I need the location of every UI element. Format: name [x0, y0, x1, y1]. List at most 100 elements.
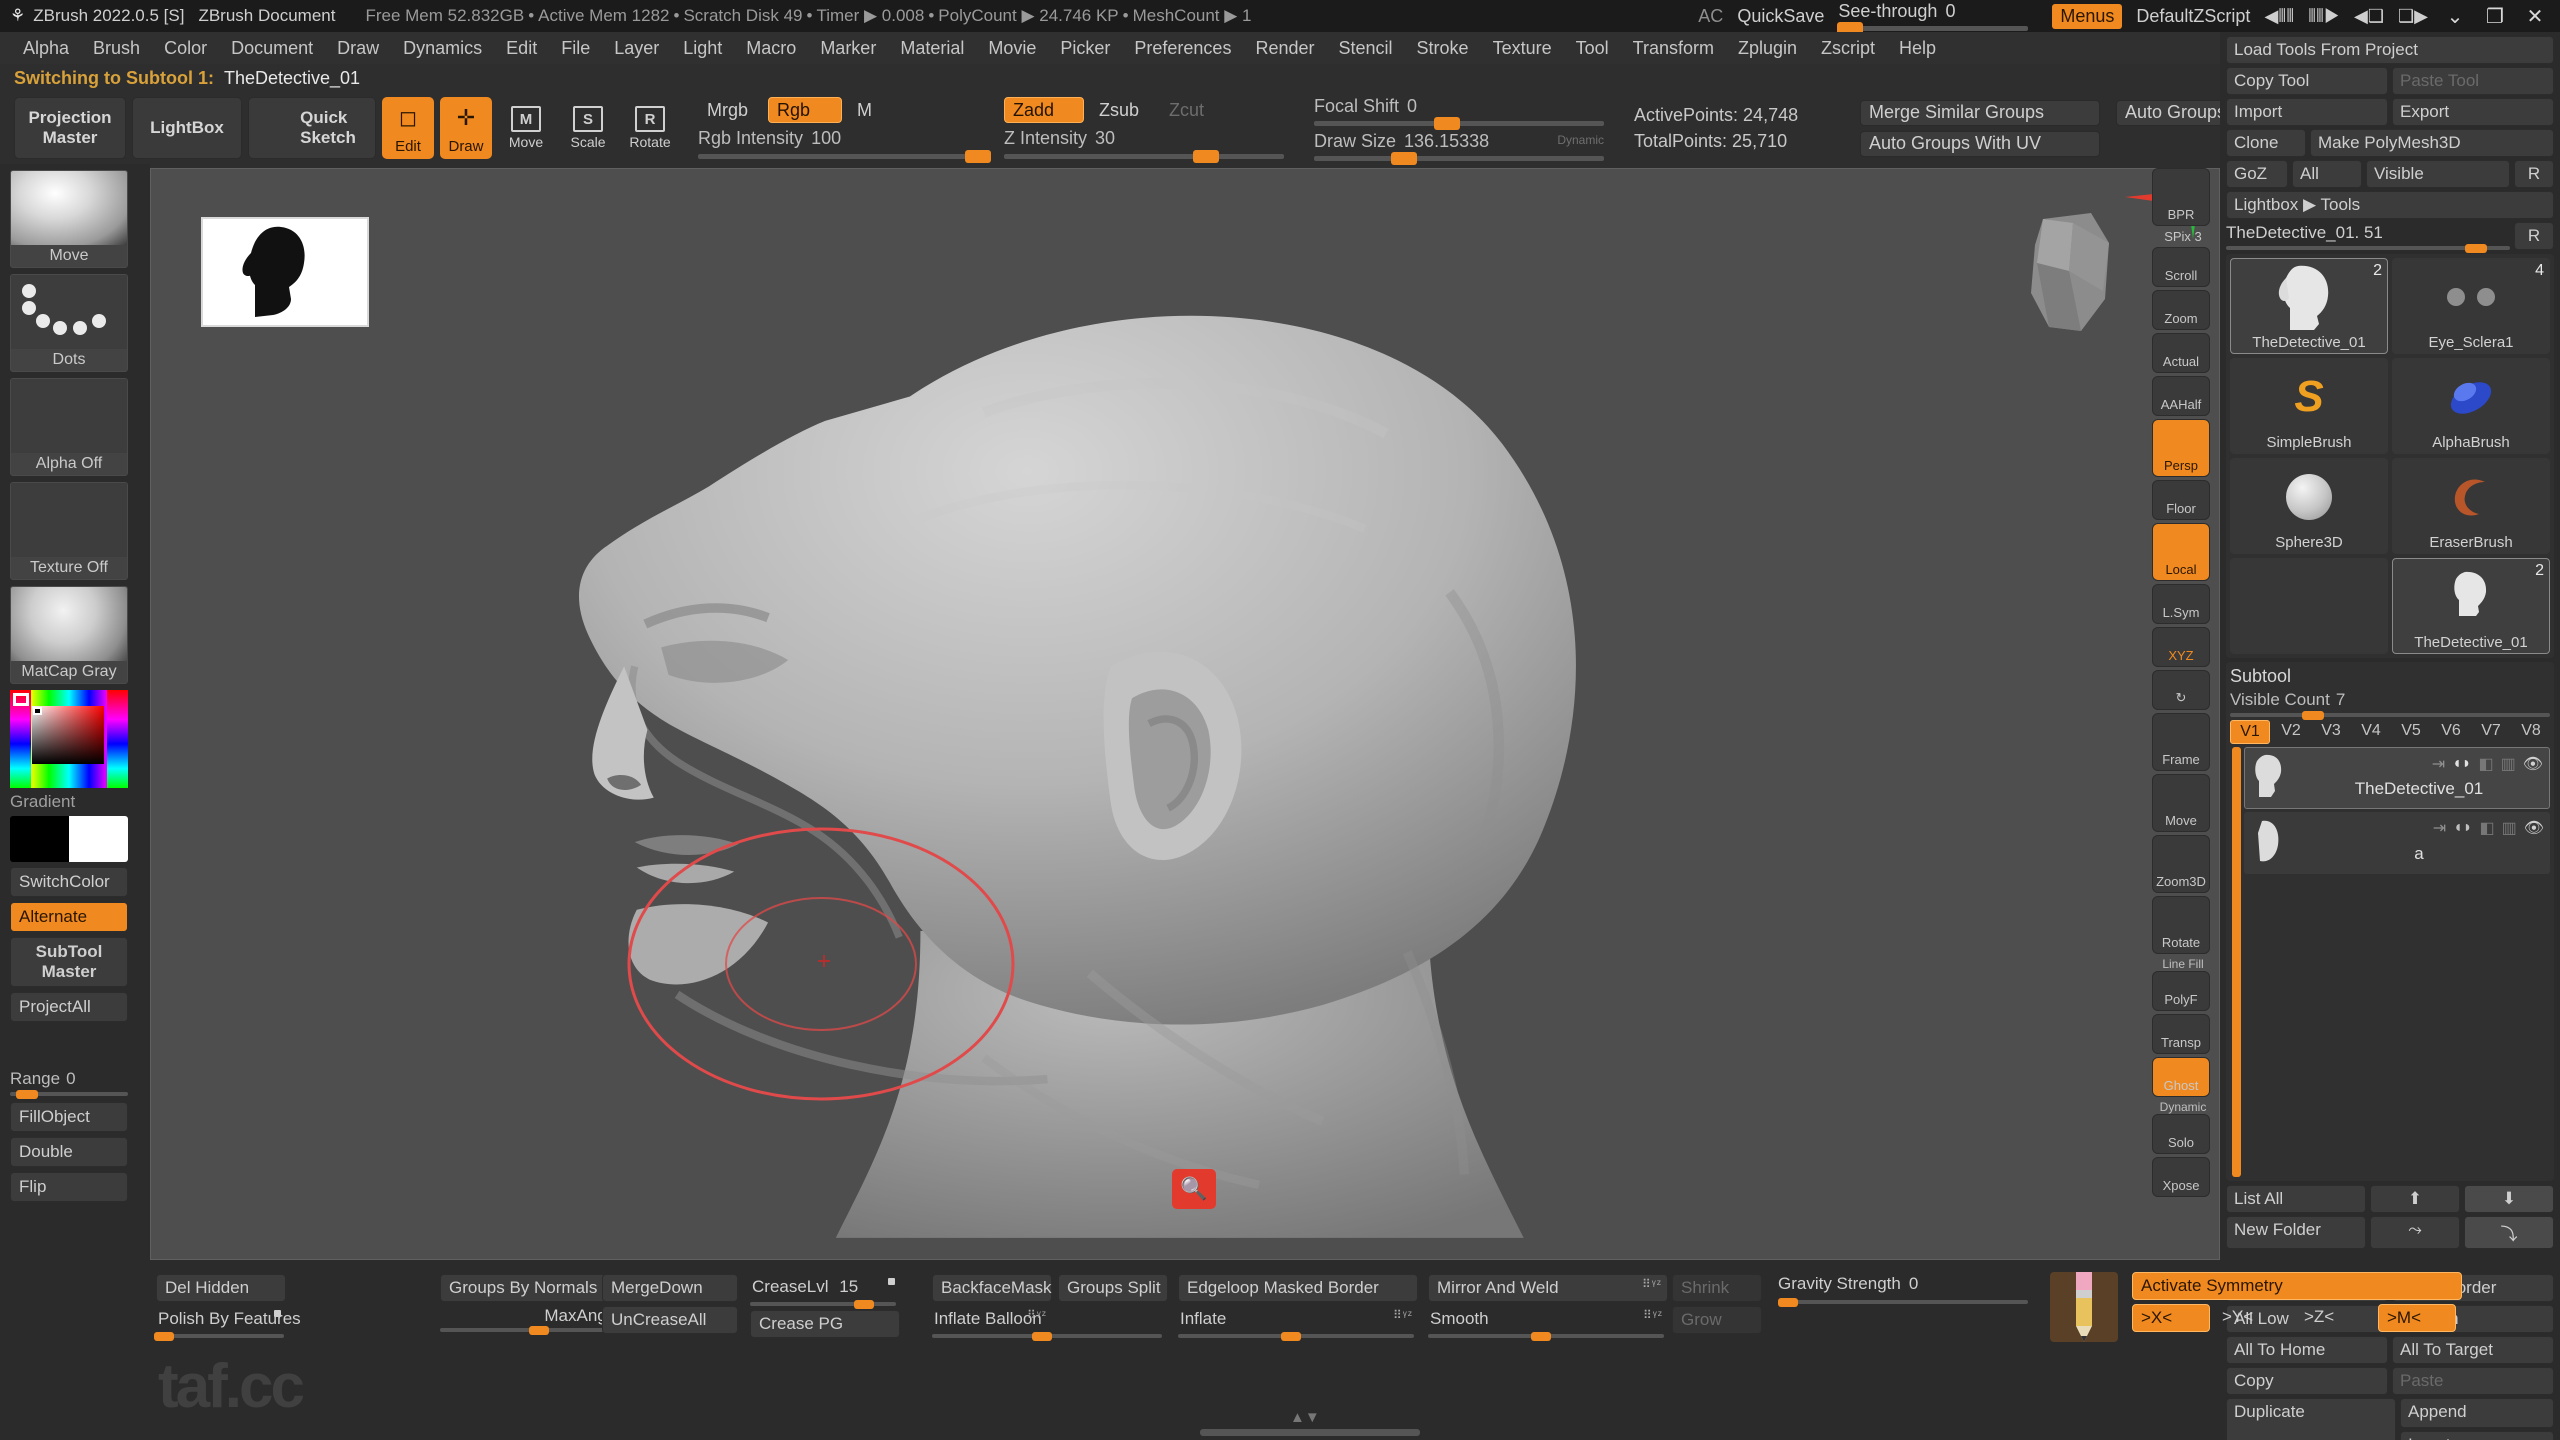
- menu-picker[interactable]: Picker: [1049, 35, 1121, 62]
- left-double-button[interactable]: Double: [10, 1137, 128, 1167]
- menu-movie[interactable]: Movie: [977, 35, 1047, 62]
- minimize-button[interactable]: ⌄: [2442, 4, 2468, 29]
- smooth-slider[interactable]: Smooth ⠿ᵞᶻ: [1428, 1306, 1668, 1341]
- new-folder-button[interactable]: New Folder: [2226, 1216, 2366, 1249]
- menu-stroke[interactable]: Stroke: [1406, 35, 1480, 62]
- vtab-v6[interactable]: V6: [2432, 720, 2470, 744]
- export-button[interactable]: Export: [2392, 98, 2554, 126]
- auto-groups-button[interactable]: Auto Groups: [2116, 99, 2228, 126]
- zscript-name[interactable]: DefaultZScript: [2136, 6, 2250, 27]
- goz-button[interactable]: GoZ: [2226, 160, 2288, 188]
- close-button[interactable]: ✕: [2522, 4, 2548, 29]
- vtab-v8[interactable]: V8: [2512, 720, 2550, 744]
- merge-similar-groups-button[interactable]: Merge Similar Groups: [1860, 99, 2100, 126]
- zsub-button[interactable]: Zsub: [1090, 97, 1154, 123]
- lightbox-button[interactable]: LightBox: [132, 97, 242, 159]
- rail-transp-button[interactable]: Transp: [2152, 1014, 2210, 1054]
- magnifier-icon[interactable]: 🔍: [1172, 1169, 1216, 1209]
- menu-draw[interactable]: Draw: [326, 35, 390, 62]
- subtool-master-button[interactable]: SubTool Master: [10, 937, 128, 987]
- fill-object-button[interactable]: FillObject: [10, 1102, 128, 1132]
- see-through-slider[interactable]: See-through 0: [1836, 1, 2038, 35]
- subtool-eye-icon[interactable]: 👁: [2523, 754, 2543, 774]
- project-all-button[interactable]: ProjectAll: [10, 992, 128, 1022]
- subtool-paint-icon[interactable]: ◧: [2478, 754, 2493, 774]
- symmetry-m-button[interactable]: >M<: [2378, 1304, 2456, 1332]
- polish-dot-icon[interactable]: [274, 1310, 281, 1317]
- quicksave-button[interactable]: QuickSave: [1737, 6, 1824, 27]
- color-picker[interactable]: [10, 690, 128, 788]
- tool-eraserbrush[interactable]: EraserBrush: [2392, 458, 2550, 554]
- menu-zscript[interactable]: Zscript: [1810, 35, 1886, 62]
- palette-left-icon[interactable]: ◀⦀⦀: [2264, 6, 2294, 27]
- grow-button[interactable]: Grow: [1672, 1306, 1762, 1334]
- rail-floor-button[interactable]: Floor: [2152, 480, 2210, 520]
- restore-button[interactable]: ❐: [2482, 4, 2508, 29]
- groups-by-normals-button[interactable]: Groups By Normals: [440, 1274, 620, 1302]
- mirror-and-weld-button[interactable]: Mirror And Weld ⠿ᵞᶻ: [1428, 1274, 1668, 1302]
- rail-move-button[interactable]: Move: [2152, 774, 2210, 832]
- rail-linefill-label[interactable]: Line Fill: [2152, 957, 2214, 971]
- edgeloop-masked-border-button[interactable]: Edgeloop Masked Border: [1178, 1274, 1418, 1302]
- move-down-icon[interactable]: ⬇: [2464, 1185, 2554, 1213]
- primary-color-swatch[interactable]: [10, 816, 69, 862]
- goz-all-button[interactable]: All: [2292, 160, 2362, 188]
- switch-color-button[interactable]: SwitchColor: [10, 867, 128, 897]
- vtab-v5[interactable]: V5: [2392, 720, 2430, 744]
- make-polymesh3d-button[interactable]: Make PolyMesh3D: [2310, 129, 2554, 157]
- zadd-button[interactable]: Zadd: [1004, 97, 1084, 123]
- edit-mode-button[interactable]: ◻ Edit: [382, 97, 434, 159]
- mirror-xyz-icon[interactable]: ⠿ᵞᶻ: [1642, 1277, 1662, 1291]
- duplicate-button[interactable]: Duplicate: [2226, 1398, 2396, 1440]
- subtool-arrow-icon[interactable]: ⇥: [2433, 818, 2446, 838]
- color-swatches[interactable]: [10, 816, 128, 862]
- menu-color[interactable]: Color: [153, 35, 218, 62]
- texture-swatch[interactable]: Texture Off: [10, 482, 128, 580]
- gradient-label[interactable]: Gradient: [10, 792, 128, 812]
- rail-spix-label[interactable]: SPix 3: [2152, 229, 2214, 244]
- polish-by-features-slider[interactable]: Polish By Features: [153, 1306, 301, 1341]
- horizontal-scrollbar[interactable]: [1200, 1429, 1420, 1436]
- menu-edit[interactable]: Edit: [495, 35, 548, 62]
- folder-in-icon[interactable]: ⤵: [2464, 1216, 2554, 1249]
- menu-render[interactable]: Render: [1244, 35, 1325, 62]
- menu-texture[interactable]: Texture: [1482, 35, 1563, 62]
- rail-xpose-button[interactable]: Xpose: [2152, 1157, 2210, 1197]
- viewport-canvas[interactable]: 🔍: [150, 168, 2220, 1260]
- goz-r-button[interactable]: R: [2514, 160, 2554, 188]
- symmetry-x-button[interactable]: >X<: [2132, 1304, 2210, 1332]
- symmetry-y-button[interactable]: >Y<: [2214, 1304, 2292, 1332]
- crease-pg-button[interactable]: Crease PG: [750, 1310, 900, 1338]
- activate-symmetry-button[interactable]: Activate Symmetry: [2132, 1272, 2462, 1300]
- rotate-mode-button[interactable]: R Rotate: [622, 97, 678, 159]
- subtool-arrow-icon[interactable]: ⇥: [2432, 754, 2445, 774]
- subtool-row-a[interactable]: a ⇥ ◖◗ ◧ ▥ 👁: [2244, 812, 2550, 874]
- menu-light[interactable]: Light: [672, 35, 733, 62]
- menu-dynamics[interactable]: Dynamics: [392, 35, 493, 62]
- rail-polyf-button[interactable]: PolyF: [2152, 971, 2210, 1011]
- groups-split-button[interactable]: Groups Split: [1058, 1274, 1168, 1302]
- secondary-color-swatch[interactable]: [69, 816, 128, 862]
- rail-solo-button[interactable]: Solo: [2152, 1114, 2210, 1154]
- backface-mask-button[interactable]: BackfaceMask: [932, 1274, 1052, 1302]
- rail-lsym-button[interactable]: L.Sym: [2152, 584, 2210, 624]
- range-slider[interactable]: Range 0: [10, 1069, 128, 1099]
- folder-out-icon[interactable]: ⤳: [2370, 1216, 2460, 1249]
- subtool-paint-icon[interactable]: ◧: [2479, 818, 2494, 838]
- brush-swatch[interactable]: Move: [10, 170, 128, 268]
- scroll-arrows-icon[interactable]: ▲▼: [1290, 1409, 1320, 1426]
- auto-groups-with-uv-button[interactable]: Auto Groups With UV: [1860, 130, 2100, 157]
- material-swatch[interactable]: MatCap Gray: [10, 586, 128, 684]
- rail-actual-button[interactable]: Actual: [2152, 333, 2210, 373]
- import-button[interactable]: Import: [2226, 98, 2388, 126]
- menu-macro[interactable]: Macro: [735, 35, 807, 62]
- crease-lvl-slider[interactable]: CreaseLvl 15: [750, 1274, 900, 1309]
- vtab-v2[interactable]: V2: [2272, 720, 2310, 744]
- tray-left-icon[interactable]: ◀❑: [2354, 6, 2384, 27]
- subtool-folder-bar[interactable]: [2232, 747, 2241, 1177]
- m-button[interactable]: M: [848, 97, 882, 123]
- nav-head-preview[interactable]: [2013, 207, 2123, 347]
- inflate-balloon-slider[interactable]: Inflate Balloon ⠿ᵞᶻ: [932, 1306, 1162, 1341]
- rail-zoom-button[interactable]: Zoom: [2152, 290, 2210, 330]
- lightbox-tools-button[interactable]: Lightbox ▶ Tools: [2226, 191, 2554, 219]
